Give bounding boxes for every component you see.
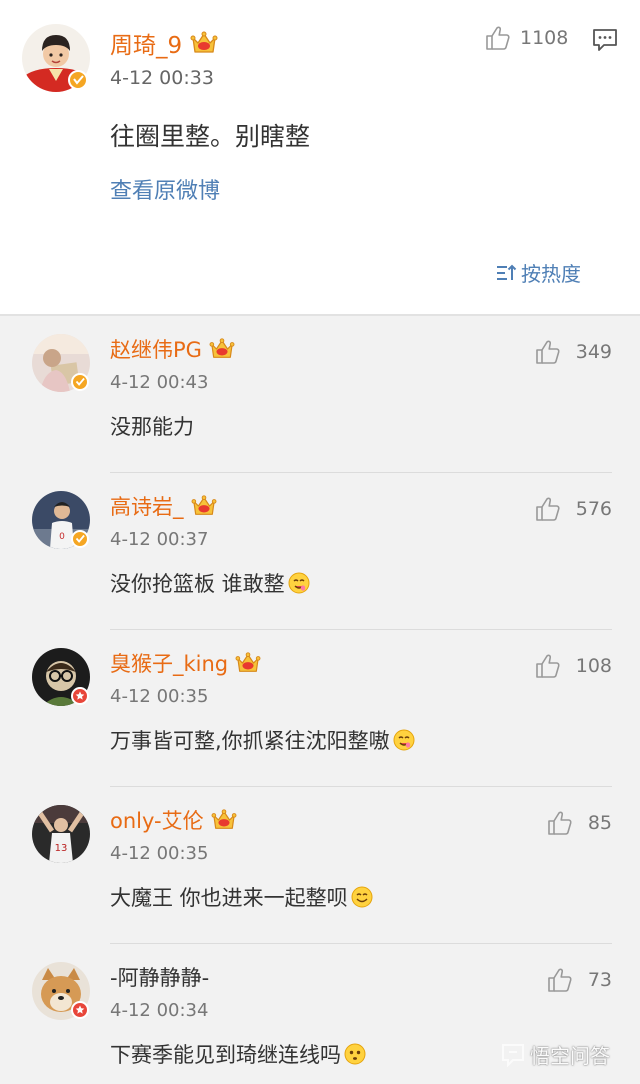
comment-time: 4-12 00:34 bbox=[110, 1000, 209, 1021]
sort-label: 按热度 bbox=[521, 262, 581, 286]
comment-time: 4-12 00:37 bbox=[110, 529, 209, 550]
main-post-card: 周琦_9 4-12 00:33 往圈里整。别瞎整 查看原微博 1108 按热度 bbox=[0, 0, 640, 314]
commenter-row: only-艾伦 bbox=[110, 805, 237, 835]
comment-text: 没那能力 bbox=[110, 415, 194, 439]
comment-item: 0 高诗岩_ 4-12 00:37 没你抢篮板 谁敢整 576 bbox=[0, 473, 640, 630]
like-count: 73 bbox=[587, 969, 612, 991]
comment-item: 赵继伟PG 4-12 00:43 没那能力 349 bbox=[0, 316, 640, 473]
sort-icon bbox=[497, 264, 517, 280]
commenter-row: 臭猴子_king bbox=[110, 648, 261, 678]
like-button[interactable]: 576 bbox=[534, 495, 612, 523]
like-count: 576 bbox=[575, 498, 612, 520]
post-content: 往圈里整。别瞎整 bbox=[110, 122, 311, 151]
commenter-name[interactable]: 高诗岩_ bbox=[110, 491, 184, 521]
like-button[interactable]: 1108 bbox=[484, 24, 568, 52]
comment-text: 万事皆可整,你抓紧往沈阳整嗷 bbox=[110, 725, 416, 755]
author-row: 周琦_9 bbox=[110, 26, 218, 60]
svg-text:0: 0 bbox=[59, 532, 65, 542]
comment-text: 没你抢篮板 谁敢整 bbox=[110, 568, 311, 598]
like-button[interactable]: 73 bbox=[546, 966, 612, 994]
comment-time: 4-12 00:35 bbox=[110, 686, 209, 707]
commenter-row: 赵继伟PG bbox=[110, 334, 235, 364]
commenter-row: 高诗岩_ bbox=[110, 491, 217, 521]
comment-icon[interactable] bbox=[592, 28, 618, 52]
like-button[interactable]: 85 bbox=[546, 809, 612, 837]
commenter-avatar[interactable]: 0 bbox=[32, 491, 90, 549]
crown-icon bbox=[190, 30, 218, 56]
crown-icon bbox=[191, 494, 217, 518]
thumb-up-icon bbox=[546, 809, 574, 837]
watermark-text: 悟空问答 bbox=[530, 1044, 610, 1068]
drool-emoji-icon bbox=[392, 728, 416, 752]
commenter-name[interactable]: 臭猴子_king bbox=[110, 648, 228, 678]
like-count: 349 bbox=[575, 341, 612, 363]
shy-emoji-icon bbox=[343, 1042, 367, 1066]
thumb-up-icon bbox=[534, 338, 562, 366]
commenter-name[interactable]: 赵继伟PG bbox=[110, 334, 202, 364]
author-avatar[interactable] bbox=[22, 24, 90, 92]
comment-time: 4-12 00:43 bbox=[110, 372, 209, 393]
comment-time: 4-12 00:35 bbox=[110, 843, 209, 864]
like-count: 108 bbox=[575, 655, 612, 677]
crown-icon bbox=[209, 337, 235, 361]
commenter-avatar[interactable] bbox=[32, 962, 90, 1020]
smile-emoji-icon bbox=[350, 885, 374, 909]
like-count: 85 bbox=[587, 812, 612, 834]
author-name[interactable]: 周琦_9 bbox=[110, 26, 182, 60]
sort-by-heat-button[interactable]: 按热度 bbox=[495, 258, 581, 287]
commenter-avatar[interactable] bbox=[32, 648, 90, 706]
commenter-avatar[interactable]: 13 bbox=[32, 805, 90, 863]
comment-item: 13 only-艾伦 4-12 00:35 大魔王 你也进来一起整呗 85 bbox=[0, 787, 640, 944]
drool-emoji-icon bbox=[287, 571, 311, 595]
crown-icon bbox=[235, 651, 261, 675]
thumb-up-icon bbox=[546, 966, 574, 994]
comment-text: 大魔王 你也进来一起整呗 bbox=[110, 882, 374, 912]
wukong-logo-icon bbox=[502, 1043, 524, 1067]
crown-icon bbox=[211, 808, 237, 832]
svg-text:13: 13 bbox=[55, 843, 68, 854]
view-original-link[interactable]: 查看原微博 bbox=[110, 173, 220, 205]
commenter-row: -阿静静静- bbox=[110, 962, 209, 992]
commenter-avatar[interactable] bbox=[32, 334, 90, 392]
commenter-name[interactable]: -阿静静静- bbox=[110, 962, 209, 992]
wukong-watermark: 悟空问答 bbox=[500, 1040, 610, 1069]
comment-text: 下赛季能见到琦继连线吗 bbox=[110, 1039, 367, 1069]
like-count: 1108 bbox=[520, 27, 569, 49]
thumb-up-icon bbox=[484, 24, 512, 52]
comment-item: 臭猴子_king 4-12 00:35 万事皆可整,你抓紧往沈阳整嗷 108 bbox=[0, 630, 640, 787]
like-button[interactable]: 349 bbox=[534, 338, 612, 366]
like-button[interactable]: 108 bbox=[534, 652, 612, 680]
commenter-name[interactable]: only-艾伦 bbox=[110, 805, 204, 835]
post-time: 4-12 00:33 bbox=[110, 67, 214, 89]
thumb-up-icon bbox=[534, 495, 562, 523]
thumb-up-icon bbox=[534, 652, 562, 680]
